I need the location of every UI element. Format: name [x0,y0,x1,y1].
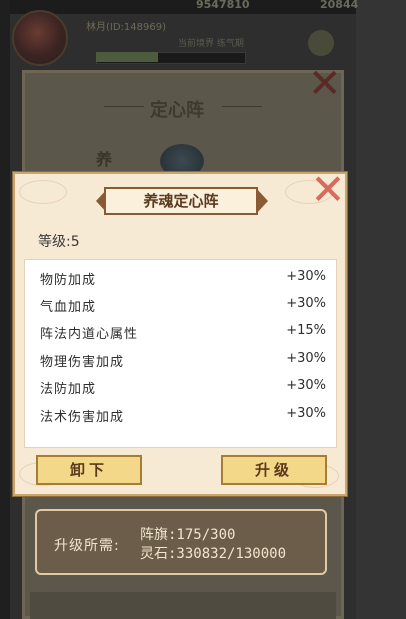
stat-value: +30% [286,406,326,421]
cloud-ornament [19,180,67,204]
stat-value: +30% [286,351,326,366]
unload-button[interactable]: 卸下 [36,455,142,485]
upgrade-button[interactable]: 升级 [221,455,327,485]
stat-label: 物防加成 [40,273,97,288]
stat-label: 法术伤害加成 [40,410,125,425]
popup-title: 养魂定心阵 [104,187,258,215]
list-item: 物理伤害加成 +30% [25,348,338,374]
title-divider [222,106,262,107]
gear-icon[interactable] [308,30,334,56]
player-name: 林月(ID:148969) [86,22,166,33]
stat-value: +30% [286,296,326,311]
top-resource-bar: 9547810 20844 [10,0,359,14]
list-item: 物防加成 +30% [25,266,338,292]
resource-value: 20844 [320,0,359,11]
player-realm: 当前境界 练气期 [178,39,244,49]
list-item: 法术伤害加成 +30% [25,403,338,429]
screen-right-area [356,0,406,619]
requirement-spirit-stone: 灵石:330832/130000 [140,546,287,562]
formation-level: 等级:5 [38,234,80,250]
list-item: 阵法内道心属性 +15% [25,320,338,346]
stat-value: +30% [286,269,326,284]
panel-footer [30,592,336,619]
close-icon[interactable]: ✕ [308,64,342,104]
stat-label: 法防加成 [40,382,97,397]
resource-value: 9547810 [196,0,250,11]
list-item: 气血加成 +30% [25,293,338,319]
panel-title: 定心阵 [150,100,204,121]
player-avatar[interactable] [12,10,68,66]
close-icon[interactable]: ✕ [310,169,346,211]
stat-value: +15% [286,323,326,338]
list-item: 法防加成 +30% [25,375,338,401]
stat-label: 阵法内道心属性 [40,327,139,342]
stat-label: 物理伤害加成 [40,355,125,370]
title-divider [104,106,144,107]
banner-right-arrow [256,188,268,214]
formation-name-char: 养 [96,150,113,169]
stat-value: +30% [286,378,326,393]
requirement-flag-count: 阵旗:175/300 [140,527,236,543]
screen-left-edge [0,0,10,619]
stat-label: 气血加成 [40,300,97,315]
requirement-label: 升级所需: [54,538,120,554]
stat-list: 物防加成 +30% 气血加成 +30% 阵法内道心属性 +15% 物理伤害加成 … [24,259,337,448]
exp-bar-fill [96,52,158,62]
